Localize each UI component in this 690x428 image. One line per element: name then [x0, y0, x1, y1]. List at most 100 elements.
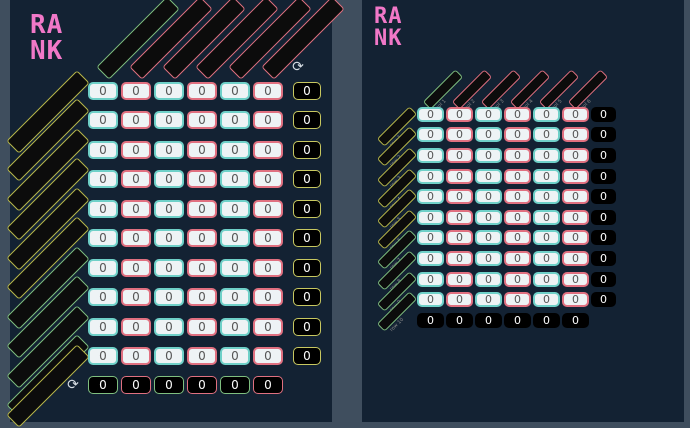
grid-cell[interactable]: 0 [187, 200, 217, 218]
grid-cell[interactable]: 0 [504, 127, 531, 142]
grid-cell[interactable]: 0 [253, 259, 283, 277]
grid-cell[interactable]: 0 [253, 288, 283, 306]
grid-cell[interactable]: 0 [475, 292, 502, 307]
grid-cell[interactable]: 0 [562, 189, 589, 204]
grid-cell[interactable]: 0 [562, 107, 589, 122]
grid-cell[interactable]: 0 [187, 229, 217, 247]
grid-cell[interactable]: 0 [154, 200, 184, 218]
grid-cell[interactable]: 0 [417, 251, 444, 266]
grid-cell[interactable]: 0 [446, 127, 473, 142]
grid-cell[interactable]: 0 [504, 230, 531, 245]
grid-cell[interactable]: 0 [154, 347, 184, 365]
grid-cell[interactable]: 0 [88, 288, 118, 306]
grid-cell[interactable]: 0 [475, 148, 502, 163]
grid-cell[interactable]: 0 [417, 292, 444, 307]
grid-cell[interactable]: 0 [220, 229, 250, 247]
grid-cell[interactable]: 0 [121, 111, 151, 129]
grid-cell[interactable]: 0 [475, 230, 502, 245]
grid-cell[interactable]: 0 [187, 347, 217, 365]
grid-cell[interactable]: 0 [121, 170, 151, 188]
grid-cell[interactable]: 0 [446, 107, 473, 122]
grid-cell[interactable]: 0 [504, 251, 531, 266]
grid-cell[interactable]: 0 [154, 318, 184, 336]
grid-cell[interactable]: 0 [533, 127, 560, 142]
grid-cell[interactable]: 0 [220, 82, 250, 100]
grid-cell[interactable]: 0 [504, 292, 531, 307]
grid-cell[interactable]: 0 [187, 82, 217, 100]
grid-cell[interactable]: 0 [88, 259, 118, 277]
grid-cell[interactable]: 0 [187, 318, 217, 336]
grid-cell[interactable]: 0 [533, 251, 560, 266]
grid-cell[interactable]: 0 [562, 210, 589, 225]
grid-cell[interactable]: 0 [446, 189, 473, 204]
grid-cell[interactable]: 0 [504, 148, 531, 163]
grid-cell[interactable]: 0 [475, 169, 502, 184]
grid-cell[interactable]: 0 [187, 288, 217, 306]
grid-cell[interactable]: 0 [88, 82, 118, 100]
refresh-icon[interactable]: ⟳ [291, 60, 305, 74]
grid-cell[interactable]: 0 [187, 141, 217, 159]
grid-cell[interactable]: 0 [475, 127, 502, 142]
grid-cell[interactable]: 0 [417, 107, 444, 122]
grid-cell[interactable]: 0 [446, 292, 473, 307]
grid-cell[interactable]: 0 [417, 127, 444, 142]
grid-cell[interactable]: 0 [154, 141, 184, 159]
grid-cell[interactable]: 0 [220, 141, 250, 159]
grid-cell[interactable]: 0 [220, 259, 250, 277]
grid-cell[interactable]: 0 [253, 82, 283, 100]
grid-cell[interactable]: 0 [504, 210, 531, 225]
grid-cell[interactable]: 0 [446, 272, 473, 287]
grid-cell[interactable]: 0 [533, 189, 560, 204]
grid-cell[interactable]: 0 [154, 82, 184, 100]
grid-cell[interactable]: 0 [88, 200, 118, 218]
grid-cell[interactable]: 0 [253, 141, 283, 159]
grid-cell[interactable]: 0 [121, 82, 151, 100]
grid-cell[interactable]: 0 [446, 169, 473, 184]
grid-cell[interactable]: 0 [504, 272, 531, 287]
grid-cell[interactable]: 0 [446, 210, 473, 225]
grid-cell[interactable]: 0 [154, 259, 184, 277]
grid-cell[interactable]: 0 [562, 169, 589, 184]
grid-cell[interactable]: 0 [533, 210, 560, 225]
grid-cell[interactable]: 0 [475, 251, 502, 266]
grid-cell[interactable]: 0 [504, 189, 531, 204]
grid-cell[interactable]: 0 [417, 210, 444, 225]
grid-cell[interactable]: 0 [253, 318, 283, 336]
grid-cell[interactable]: 0 [475, 272, 502, 287]
grid-cell[interactable]: 0 [154, 170, 184, 188]
grid-cell[interactable]: 0 [88, 111, 118, 129]
grid-cell[interactable]: 0 [504, 107, 531, 122]
grid-cell[interactable]: 0 [562, 148, 589, 163]
grid-cell[interactable]: 0 [253, 347, 283, 365]
refresh-icon[interactable]: ⟳ [66, 378, 80, 392]
grid-cell[interactable]: 0 [533, 292, 560, 307]
grid-cell[interactable]: 0 [446, 251, 473, 266]
grid-cell[interactable]: 0 [220, 347, 250, 365]
grid-cell[interactable]: 0 [253, 111, 283, 129]
grid-cell[interactable]: 0 [504, 169, 531, 184]
grid-cell[interactable]: 0 [562, 292, 589, 307]
grid-cell[interactable]: 0 [417, 169, 444, 184]
grid-cell[interactable]: 0 [121, 200, 151, 218]
grid-cell[interactable]: 0 [220, 200, 250, 218]
grid-cell[interactable]: 0 [121, 318, 151, 336]
grid-cell[interactable]: 0 [88, 170, 118, 188]
grid-cell[interactable]: 0 [187, 111, 217, 129]
grid-cell[interactable]: 0 [88, 229, 118, 247]
grid-cell[interactable]: 0 [446, 148, 473, 163]
grid-cell[interactable]: 0 [154, 229, 184, 247]
grid-cell[interactable]: 0 [417, 272, 444, 287]
grid-cell[interactable]: 0 [220, 170, 250, 188]
grid-cell[interactable]: 0 [220, 288, 250, 306]
grid-cell[interactable]: 0 [562, 251, 589, 266]
grid-cell[interactable]: 0 [187, 170, 217, 188]
grid-cell[interactable]: 0 [154, 288, 184, 306]
grid-cell[interactable]: 0 [475, 189, 502, 204]
grid-cell[interactable]: 0 [253, 229, 283, 247]
grid-cell[interactable]: 0 [88, 141, 118, 159]
grid-cell[interactable]: 0 [533, 169, 560, 184]
grid-cell[interactable]: 0 [88, 318, 118, 336]
grid-cell[interactable]: 0 [220, 111, 250, 129]
grid-cell[interactable]: 0 [154, 111, 184, 129]
grid-cell[interactable]: 0 [417, 189, 444, 204]
